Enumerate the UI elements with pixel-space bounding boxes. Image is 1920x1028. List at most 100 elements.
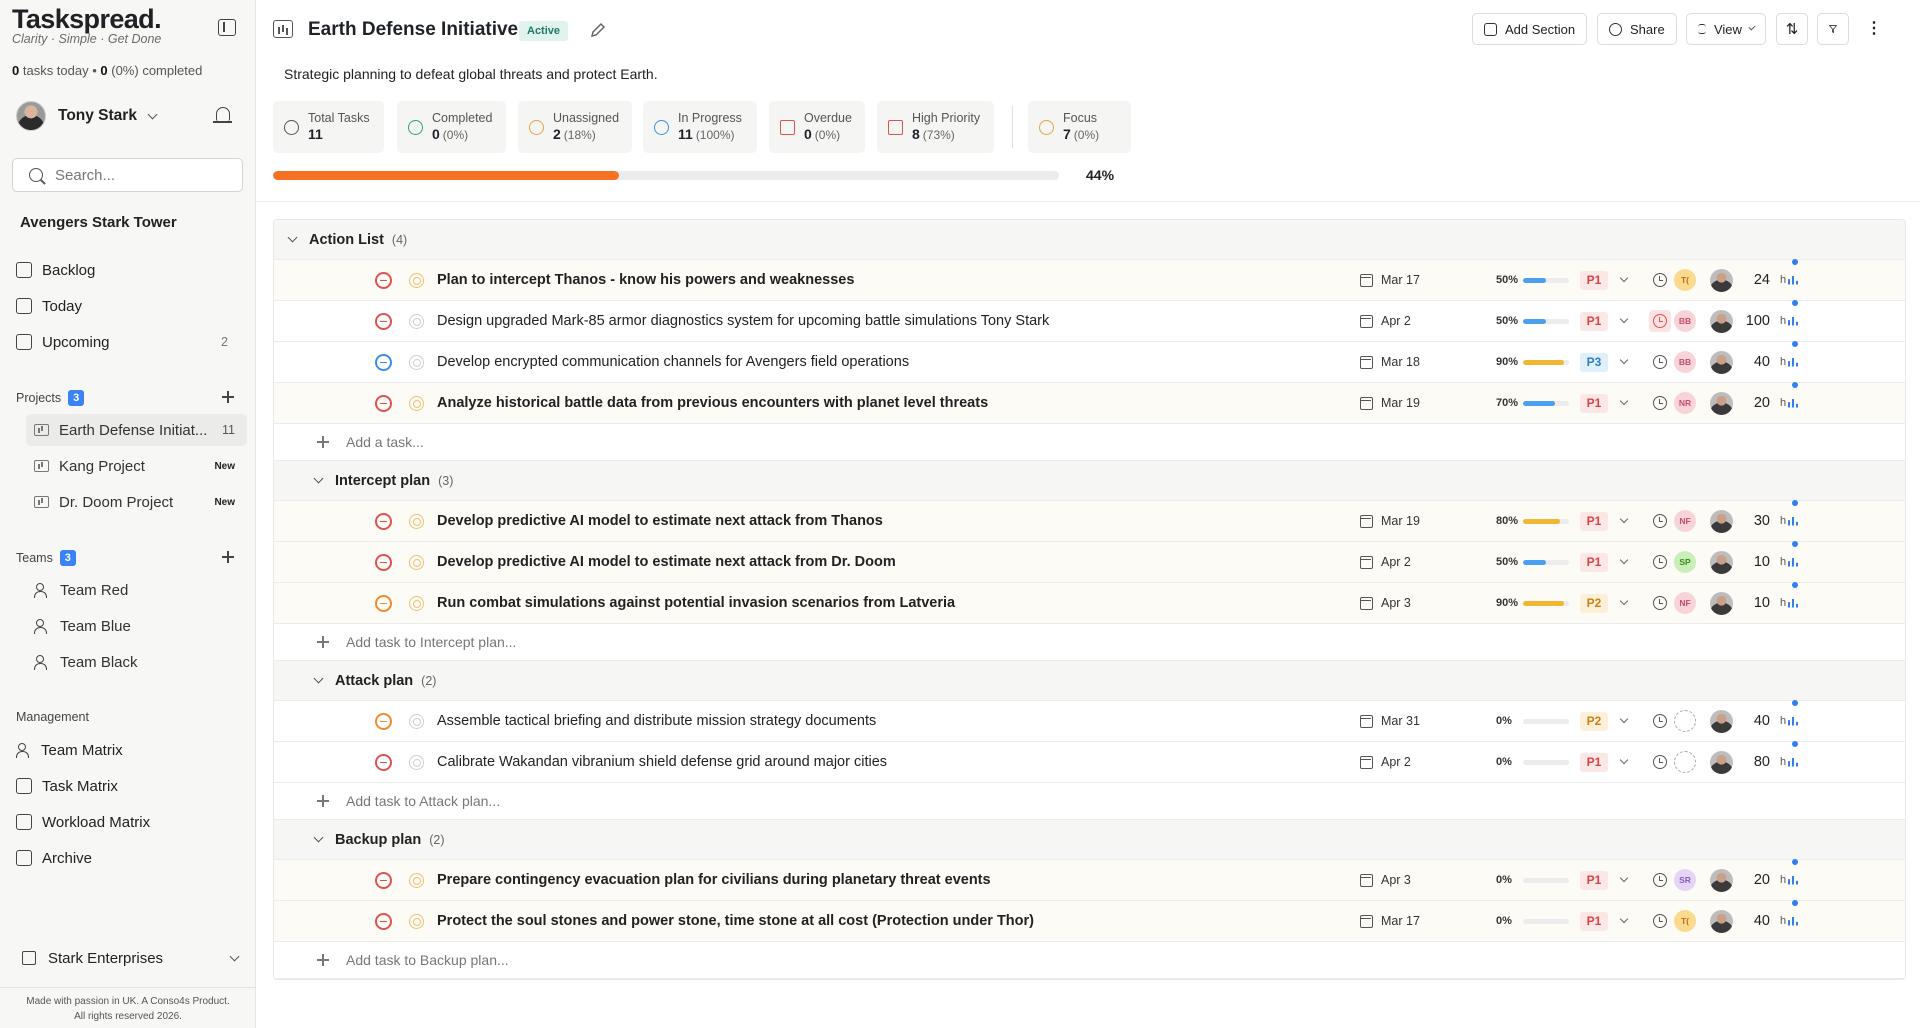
workload-bars-icon[interactable] (1788, 598, 1798, 608)
alarm-clock-icon[interactable] (1653, 714, 1667, 728)
task-progress-bar[interactable] (1523, 877, 1569, 883)
add-task-row[interactable]: Add task to Attack plan... (274, 783, 1905, 820)
chevron-down-icon[interactable] (313, 473, 324, 484)
alarm-clock-icon[interactable] (1653, 273, 1667, 287)
task-estimate[interactable]: 100 (1740, 313, 1770, 329)
add-task-row[interactable]: Add task to Intercept plan... (274, 624, 1905, 661)
nav-item-team-matrix[interactable]: Team Matrix (14, 734, 246, 766)
priority-badge[interactable]: P2 (1580, 711, 1608, 731)
task-title[interactable]: Develop predictive AI model to estimate … (437, 554, 896, 570)
priority-badge[interactable]: P2 (1580, 593, 1608, 613)
focus-target-icon[interactable] (409, 754, 424, 770)
task-title[interactable]: Protect the soul stones and power stone,… (437, 913, 1034, 929)
status-icon[interactable] (375, 594, 392, 612)
alarm-clock-icon[interactable] (1653, 914, 1667, 928)
task-title[interactable]: Assemble tactical briefing and distribut… (437, 713, 876, 729)
workload-bars-icon[interactable] (1788, 757, 1798, 767)
priority-badge[interactable]: P1 (1580, 911, 1608, 931)
task-title[interactable]: Develop encrypted communication channels… (437, 354, 909, 370)
status-icon[interactable] (375, 512, 392, 530)
assignee-avatar[interactable]: T( (1674, 910, 1696, 932)
team-item-team-red[interactable]: Team Red (26, 574, 247, 606)
view-button[interactable]: View (1686, 13, 1766, 45)
workload-bars-icon[interactable] (1788, 916, 1798, 926)
assignee-avatar[interactable]: BB (1674, 351, 1696, 373)
workload-bars-icon[interactable] (1788, 716, 1798, 726)
stat-card-completed[interactable]: Completed 0 (0%) (397, 101, 506, 153)
owner-avatar[interactable] (1710, 868, 1733, 892)
task-progress-bar[interactable] (1523, 400, 1569, 406)
task-due-date[interactable]: Mar 17 (1381, 273, 1420, 287)
nav-item-workload-matrix[interactable]: Workload Matrix (14, 806, 246, 838)
chevron-down-icon[interactable] (287, 232, 298, 243)
task-row[interactable]: Run combat simulations against potential… (274, 582, 1905, 624)
chevron-down-icon[interactable] (313, 832, 324, 843)
task-due-date[interactable]: Apr 2 (1381, 555, 1411, 569)
owner-avatar[interactable] (1710, 909, 1733, 933)
status-icon[interactable] (375, 871, 392, 889)
task-due-date[interactable]: Mar 18 (1381, 355, 1420, 369)
priority-badge[interactable]: P1 (1580, 393, 1608, 413)
alarm-clock-icon[interactable] (1653, 555, 1667, 569)
task-row[interactable]: Analyze historical battle data from prev… (274, 382, 1905, 424)
task-due-date[interactable]: Mar 19 (1381, 396, 1420, 410)
priority-badge[interactable]: P3 (1580, 352, 1608, 372)
task-title[interactable]: Develop predictive AI model to estimate … (437, 513, 883, 529)
owner-avatar[interactable] (1710, 591, 1733, 615)
owner-avatar[interactable] (1710, 391, 1733, 415)
focus-target-icon[interactable] (409, 913, 424, 929)
focus-target-icon[interactable] (409, 395, 424, 411)
task-due-date[interactable]: Mar 19 (1381, 514, 1420, 528)
workload-bars-icon[interactable] (1788, 875, 1798, 885)
chevron-down-icon[interactable] (1619, 396, 1629, 406)
owner-avatar[interactable] (1710, 350, 1733, 374)
task-row[interactable]: Develop predictive AI model to estimate … (274, 500, 1905, 542)
filter-button[interactable] (1817, 13, 1849, 45)
bell-icon[interactable] (213, 107, 232, 123)
chevron-down-icon[interactable] (1619, 714, 1629, 724)
alarm-clock-icon[interactable] (1653, 396, 1667, 410)
alarm-clock-icon[interactable] (1653, 755, 1667, 769)
focus-target-icon[interactable] (409, 595, 424, 611)
task-estimate[interactable]: 20 (1740, 395, 1770, 411)
task-due-date[interactable]: Apr 3 (1381, 596, 1411, 610)
nav-item-today[interactable]: Today (14, 290, 246, 322)
project-item-dr-doom-project[interactable]: Dr. Doom Project New (26, 486, 247, 518)
search-input[interactable] (55, 166, 225, 184)
chevron-down-icon[interactable] (1619, 555, 1629, 565)
focus-target-icon[interactable] (409, 554, 424, 570)
focus-target-icon[interactable] (409, 872, 424, 888)
status-icon[interactable] (375, 712, 392, 730)
nav-item-upcoming[interactable]: Upcoming 2 (14, 326, 246, 358)
task-estimate[interactable]: 80 (1740, 754, 1770, 770)
task-progress-bar[interactable] (1523, 318, 1569, 324)
task-title[interactable]: Analyze historical battle data from prev… (437, 395, 988, 411)
task-due-date[interactable]: Apr 2 (1381, 314, 1411, 328)
workload-bars-icon[interactable] (1788, 357, 1798, 367)
chevron-down-icon[interactable] (1619, 273, 1629, 283)
task-estimate[interactable]: 24 (1740, 272, 1770, 288)
task-due-date[interactable]: Mar 17 (1381, 914, 1420, 928)
task-progress-bar[interactable] (1523, 918, 1569, 924)
task-title[interactable]: Run combat simulations against potential… (437, 595, 955, 611)
status-icon[interactable] (375, 394, 392, 412)
task-estimate[interactable]: 10 (1740, 554, 1770, 570)
edit-icon[interactable] (589, 21, 607, 39)
workload-bars-icon[interactable] (1788, 398, 1798, 408)
task-row[interactable]: Assemble tactical briefing and distribut… (274, 700, 1905, 742)
focus-target-icon[interactable] (409, 354, 424, 370)
task-progress-bar[interactable] (1523, 718, 1569, 724)
chevron-down-icon[interactable] (1619, 514, 1629, 524)
priority-badge[interactable]: P1 (1580, 752, 1608, 772)
focus-target-icon[interactable] (409, 272, 424, 288)
user-menu[interactable]: Tony Stark (16, 99, 158, 133)
task-progress-bar[interactable] (1523, 359, 1569, 365)
chevron-down-icon[interactable] (313, 673, 324, 684)
add-task-row[interactable]: Add task to Backup plan... (274, 942, 1905, 979)
add-team-icon[interactable] (222, 551, 234, 563)
sort-button[interactable]: ⇅ (1776, 13, 1808, 45)
stat-card-overdue[interactable]: Overdue 0 (0%) (769, 101, 865, 153)
task-estimate[interactable]: 40 (1740, 354, 1770, 370)
add-assignee-icon[interactable] (1674, 751, 1696, 773)
chevron-down-icon[interactable] (1619, 355, 1629, 365)
